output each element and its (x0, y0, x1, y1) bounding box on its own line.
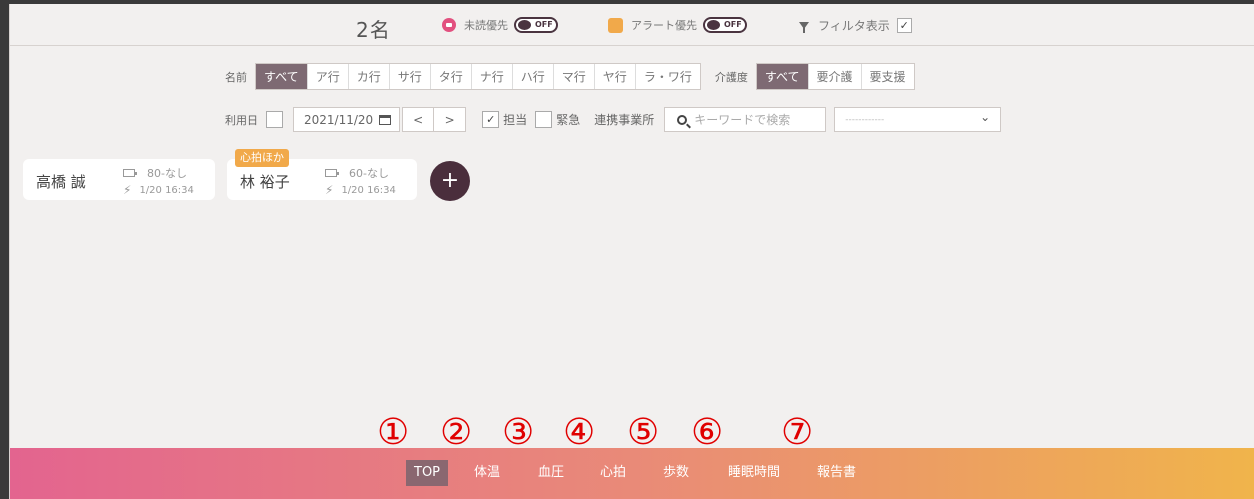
name-filter-row: 名前 すべて ア行 カ行 サ行 タ行 ナ行 ハ行 マ行 ヤ行 ラ・ワ行 介護度 … (225, 63, 915, 90)
partner-label: 連携事業所 (594, 113, 655, 127)
urgent-checkbox[interactable] (535, 111, 553, 128)
last-sync: ⚡ 1/20 16:34 (123, 183, 194, 197)
in-charge-label: 担当 (503, 113, 528, 127)
care-level-all[interactable]: すべて (756, 64, 809, 89)
search-icon (677, 114, 688, 125)
urgent-label: 緊急 (556, 113, 581, 127)
filter-display-group: フィルタ表示 ✓ (799, 17, 912, 34)
name-filter-na[interactable]: ナ行 (472, 64, 513, 89)
name-filter-ta[interactable]: タ行 (431, 64, 472, 89)
annotation-6: ⑥ (691, 412, 724, 453)
nav-report[interactable]: 報告書 (809, 460, 864, 486)
last-sync: ⚡ 1/20 16:34 (325, 183, 396, 197)
name-filter-ra-wa[interactable]: ラ・ワ行 (636, 64, 700, 89)
partner-select[interactable]: ------------ ⌄ (834, 107, 1002, 132)
search-placeholder: キーワードで検索 (694, 113, 791, 127)
resident-name: 高橋 誠 (36, 173, 86, 191)
alert-priority-label: アラート優先 (631, 19, 697, 32)
filter-display-checkbox[interactable]: ✓ (896, 18, 912, 33)
nav-steps[interactable]: 歩数 (655, 460, 697, 486)
prev-arrow-icon: < (413, 112, 424, 127)
keyword-search-input[interactable]: キーワードで検索 (664, 107, 827, 132)
care-level-label: 介護度 (714, 70, 748, 84)
date-picker[interactable]: 2021/11/20 (293, 107, 401, 132)
annotation-7: ⑦ (781, 412, 814, 453)
funnel-icon (799, 22, 809, 33)
lightning-icon: ⚡ (325, 183, 334, 197)
unread-icon (442, 18, 456, 32)
name-filter-sa[interactable]: サ行 (390, 64, 431, 89)
battery-icon (123, 169, 137, 177)
nav-top[interactable]: TOP (406, 460, 449, 486)
last-sync-time: 1/20 16:34 (139, 184, 194, 196)
alert-tag: 心拍ほか (235, 149, 289, 167)
battery-status: 60-なし (325, 165, 389, 181)
annotation-3: ③ (502, 412, 535, 453)
toggle-knob (707, 20, 720, 30)
in-charge-checkbox[interactable]: ✓ (482, 111, 500, 128)
next-arrow-icon: > (444, 112, 455, 127)
toggle-state: OFF (535, 20, 553, 29)
date-filter-row: 利用日 2021/11/20 < > ✓ 担当 緊急 連携事業所 キーワードで検… (225, 107, 1002, 132)
top-bar: 2名 未読優先 OFF アラート優先 OFF フィルタ表示 ✓ (10, 4, 1254, 46)
toggle-knob (518, 20, 531, 30)
lightning-icon: ⚡ (123, 183, 132, 197)
battery-text: 80-なし (147, 167, 187, 180)
filter-display-label: フィルタ表示 (818, 19, 890, 33)
name-filter-ha[interactable]: ハ行 (513, 64, 554, 89)
nav-sleep-time[interactable]: 睡眠時間 (720, 460, 788, 486)
unread-priority-label: 未読優先 (464, 19, 508, 32)
next-date-button[interactable]: > (434, 107, 467, 132)
battery-text: 60-なし (349, 167, 389, 180)
name-filter-a[interactable]: ア行 (308, 64, 349, 89)
toggle-state: OFF (724, 20, 742, 29)
calendar-icon (379, 114, 392, 125)
name-filter-ya[interactable]: ヤ行 (595, 64, 636, 89)
name-filter-label: 名前 (225, 70, 247, 84)
chevron-down-icon: ⌄ (980, 110, 991, 124)
date-value: 2021/11/20 (304, 112, 374, 127)
care-level-needs-support[interactable]: 要支援 (862, 64, 914, 89)
partner-select-value: ------------ (845, 114, 885, 125)
name-filter-ka[interactable]: カ行 (349, 64, 390, 89)
use-date-label: 利用日 (225, 113, 258, 127)
add-resident-button[interactable]: + (430, 161, 470, 201)
unread-priority-group: 未読優先 OFF (442, 17, 558, 33)
name-filter-segment: すべて ア行 カ行 サ行 タ行 ナ行 ハ行 マ行 ヤ行 ラ・ワ行 (255, 63, 701, 90)
alert-priority-toggle[interactable]: OFF (703, 17, 747, 33)
bottom-nav: TOP 体温 血圧 心拍 歩数 睡眠時間 報告書 (10, 448, 1254, 499)
battery-status: 80-なし (123, 165, 187, 181)
prev-date-button[interactable]: < (402, 107, 435, 132)
nav-temperature[interactable]: 体温 (466, 460, 508, 486)
care-level-segment: すべて 要介護 要支援 (755, 63, 915, 90)
name-filter-ma[interactable]: マ行 (554, 64, 595, 89)
annotation-5: ⑤ (627, 412, 660, 453)
nav-heart-rate[interactable]: 心拍 (592, 460, 634, 486)
alert-icon (608, 17, 623, 33)
resident-card[interactable]: 高橋 誠 80-なし ⚡ 1/20 16:34 (23, 159, 215, 200)
care-level-needs-care[interactable]: 要介護 (809, 64, 862, 89)
battery-icon (325, 169, 339, 177)
use-date-checkbox[interactable] (266, 111, 283, 128)
app-frame: 2名 未読優先 OFF アラート優先 OFF フィルタ表示 ✓ 名前 すべて ア… (9, 4, 1254, 499)
unread-priority-toggle[interactable]: OFF (514, 17, 558, 33)
last-sync-time: 1/20 16:34 (341, 184, 396, 196)
alert-priority-group: アラート優先 OFF (608, 17, 747, 33)
annotation-1: ① (377, 412, 410, 453)
resident-count: 2名 (356, 18, 391, 42)
resident-name: 林 裕子 (240, 173, 290, 191)
annotation-4: ④ (563, 412, 596, 453)
name-filter-all[interactable]: すべて (256, 64, 308, 89)
annotation-2: ② (440, 412, 473, 453)
nav-blood-pressure[interactable]: 血圧 (530, 460, 572, 486)
